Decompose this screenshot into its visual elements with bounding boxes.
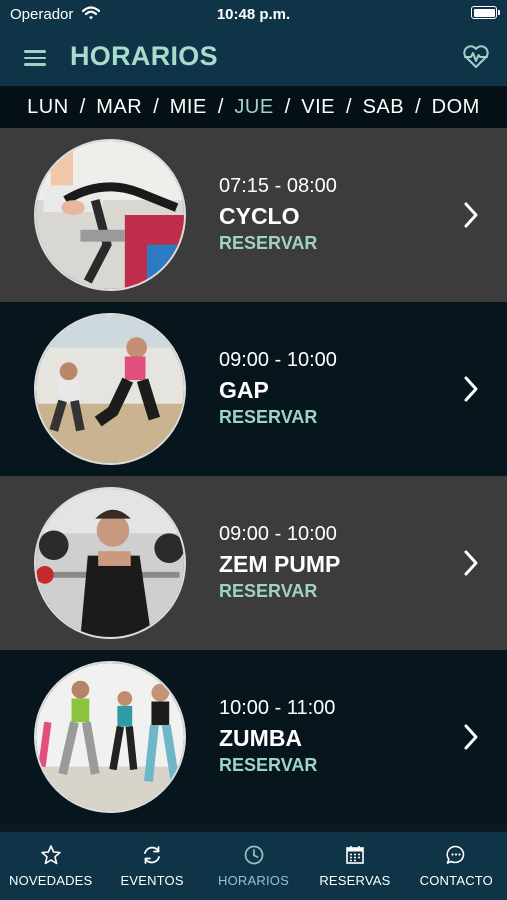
class-photo-zem-pump bbox=[34, 487, 186, 639]
class-row-cyclo[interactable]: 07:15 - 08:00 CYCLO RESERVAR bbox=[0, 128, 507, 302]
class-row-zumba[interactable]: 10:00 - 11:00 ZUMBA RESERVAR bbox=[0, 650, 507, 824]
class-time: 10:00 - 11:00 bbox=[219, 697, 336, 719]
day-separator: / bbox=[284, 95, 291, 118]
tab-label: HORARIOS bbox=[218, 873, 289, 888]
day-tab-vie[interactable]: VIE bbox=[301, 96, 335, 119]
class-time: 09:00 - 10:00 bbox=[219, 523, 337, 545]
class-name: ZEM PUMP bbox=[219, 551, 341, 577]
tab-novedades[interactable]: NOVEDADES bbox=[0, 832, 101, 900]
class-time: 09:00 - 10:00 bbox=[219, 349, 337, 371]
class-row-zem-pump[interactable]: 09:00 - 10:00 ZEM PUMP RESERVAR bbox=[0, 476, 507, 650]
battery-icon bbox=[471, 6, 500, 19]
tab-label: NOVEDADES bbox=[8, 873, 93, 888]
day-tab-mie[interactable]: MIE bbox=[170, 96, 207, 119]
calendar-icon bbox=[346, 846, 364, 864]
chevron-right-icon[interactable] bbox=[463, 723, 479, 751]
class-list: 07:15 - 08:00 CYCLO RESERVAR 09:00 - 10:… bbox=[0, 128, 507, 832]
bottom-tab-bar: NOVEDADES EVENTOS HORARIOS RESERVAS CONT… bbox=[0, 832, 507, 900]
reserve-button[interactable]: RESERVAR bbox=[219, 581, 317, 602]
reserve-button[interactable]: RESERVAR bbox=[219, 407, 317, 428]
day-separator: / bbox=[415, 95, 421, 118]
day-separator: / bbox=[346, 95, 352, 118]
clock-icon bbox=[244, 845, 263, 865]
day-separator: / bbox=[217, 95, 224, 118]
class-name: ZUMBA bbox=[219, 725, 303, 751]
tab-horarios[interactable]: HORARIOS bbox=[203, 832, 304, 900]
tab-eventos[interactable]: EVENTOS bbox=[101, 832, 202, 900]
class-name: CYCLO bbox=[219, 203, 300, 229]
day-tab-mar[interactable]: MAR bbox=[96, 96, 142, 119]
tab-label: RESERVAS bbox=[319, 873, 391, 888]
day-tab-sab[interactable]: SAB bbox=[363, 96, 405, 119]
day-tab-dom[interactable]: DOM bbox=[432, 96, 480, 119]
class-name: GAP bbox=[219, 377, 269, 403]
page-title: HORARIOS bbox=[70, 41, 218, 71]
chat-icon bbox=[446, 845, 465, 864]
dance-photo-icon bbox=[36, 663, 184, 811]
day-separator: / bbox=[153, 95, 159, 118]
app-header: HORARIOS bbox=[0, 30, 507, 86]
tab-label: CONTACTO bbox=[419, 873, 493, 888]
day-tab-lun[interactable]: LUN bbox=[27, 96, 69, 119]
day-separator: / bbox=[79, 95, 86, 118]
class-photo-zumba bbox=[34, 661, 186, 813]
heart-pulse-icon[interactable] bbox=[461, 41, 491, 71]
hamburger-menu-icon[interactable] bbox=[22, 46, 48, 68]
day-selector: LUN / MAR / MIE / JUE / VIE / SAB / DOM bbox=[0, 86, 507, 128]
refresh-icon bbox=[144, 846, 161, 864]
reserve-button[interactable]: RESERVAR bbox=[219, 755, 317, 776]
class-photo-gap bbox=[34, 313, 186, 465]
weights-photo-icon bbox=[36, 489, 184, 637]
status-bar: Operador 10:48 p.m. bbox=[0, 0, 507, 30]
tab-label: EVENTOS bbox=[120, 873, 184, 888]
tab-contacto[interactable]: CONTACTO bbox=[406, 832, 507, 900]
class-time: 07:15 - 08:00 bbox=[219, 175, 337, 197]
star-icon bbox=[40, 845, 61, 865]
fitness-photo-icon bbox=[36, 315, 184, 463]
tab-reservas[interactable]: RESERVAS bbox=[304, 832, 405, 900]
chevron-right-icon[interactable] bbox=[463, 201, 479, 229]
clock-time: 10:48 p.m. bbox=[216, 6, 291, 23]
chevron-right-icon[interactable] bbox=[463, 549, 479, 577]
reserve-button[interactable]: RESERVAR bbox=[219, 233, 317, 254]
day-tab-jue[interactable]: JUE bbox=[234, 96, 273, 119]
cycling-photo-icon bbox=[36, 141, 184, 289]
class-row-gap[interactable]: 09:00 - 10:00 GAP RESERVAR bbox=[0, 302, 507, 476]
class-photo-cyclo bbox=[34, 139, 186, 291]
chevron-right-icon[interactable] bbox=[463, 375, 479, 403]
